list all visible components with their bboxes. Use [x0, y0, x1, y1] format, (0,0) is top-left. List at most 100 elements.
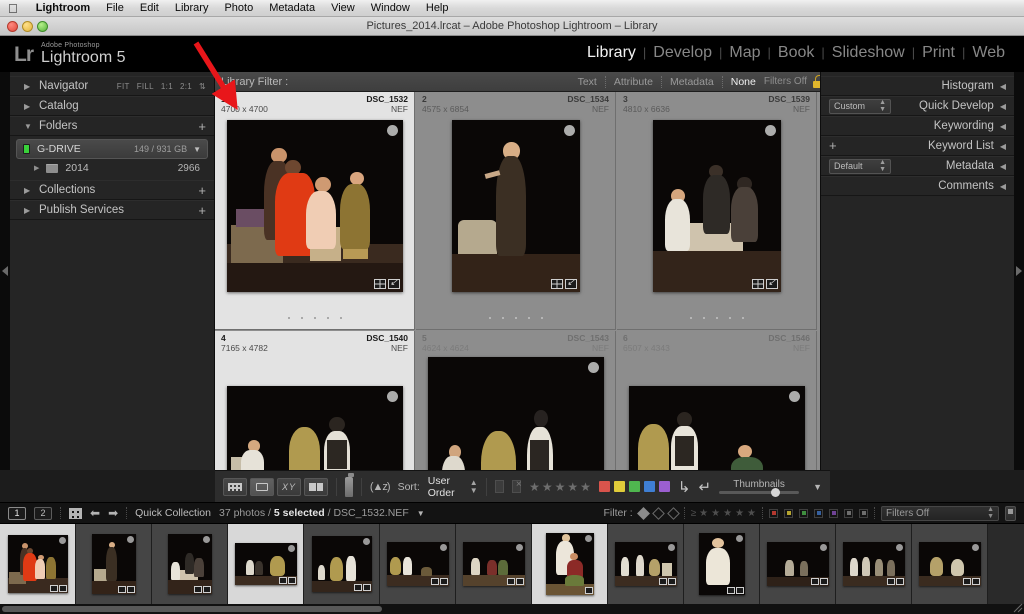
panel-publish-services[interactable]: ▶ Publish Services +	[10, 200, 214, 220]
flag-reject-button[interactable]	[511, 479, 522, 493]
filmstrip-item[interactable]	[456, 524, 532, 604]
filmstrip-item[interactable]	[0, 524, 76, 604]
menu-item-view[interactable]: View	[323, 2, 363, 14]
grid-view-button[interactable]	[223, 477, 247, 496]
filter-color-purple[interactable]	[829, 508, 838, 518]
module-print[interactable]: Print	[915, 44, 962, 62]
apple-logo-icon[interactable]: 	[8, 2, 18, 15]
filmstrip-thumbnail[interactable]	[842, 542, 905, 586]
zoom-mode-1-1[interactable]: 1:1	[161, 82, 173, 91]
grid-cell[interactable]: 2 4575 x 6854 DSC_1534 NEF	[416, 92, 616, 330]
filmstrip-thumbnail[interactable]	[462, 542, 525, 586]
photo-thumbnail[interactable]	[428, 357, 604, 470]
star-5[interactable]: ★	[580, 480, 591, 494]
filter-option-none[interactable]: None	[721, 75, 764, 88]
filmstrip-item[interactable]	[912, 524, 988, 604]
folder-item-2014[interactable]: ▶ 2014 2966	[16, 159, 208, 177]
identity-display-1[interactable]: 1	[8, 506, 26, 520]
panel-keyword-list[interactable]: + Keyword List ◀	[821, 136, 1014, 156]
add-folder-button[interactable]: +	[198, 120, 206, 133]
sort-az-icon[interactable]: (▲z)	[370, 481, 391, 493]
add-publish-service-button[interactable]: +	[198, 204, 206, 217]
filmstrip-item[interactable]	[76, 524, 152, 604]
filmstrip-thumbnail[interactable]	[167, 534, 212, 594]
chevron-right-icon[interactable]: ▶	[34, 164, 39, 172]
identity-display-2[interactable]: 2	[34, 506, 52, 520]
grid-cell[interactable]: 6 6507 x 4343 DSC_1546 NEF	[617, 331, 817, 470]
crop-badge-icon[interactable]	[551, 279, 563, 289]
filter-option-attribute[interactable]: Attribute	[604, 75, 661, 88]
filter-flag-pick-icon[interactable]	[636, 506, 650, 520]
filter-color-blue[interactable]	[814, 508, 823, 518]
panel-catalog[interactable]: ▶ Catalog	[10, 96, 214, 116]
filmstrip-thumbnail[interactable]	[918, 542, 981, 586]
filter-flag-unflagged-icon[interactable]	[651, 506, 665, 520]
add-keyword-button[interactable]: +	[829, 139, 837, 152]
filter-color-none[interactable]	[844, 508, 853, 518]
rotate-left-icon[interactable]: ↳	[678, 478, 691, 496]
panel-folders[interactable]: ▼ Folders +	[10, 116, 214, 136]
filter-star-5[interactable]: ★	[747, 508, 756, 519]
module-map[interactable]: Map	[722, 44, 767, 62]
color-label-blue[interactable]	[643, 481, 655, 492]
crop-badge-icon[interactable]	[752, 279, 764, 289]
module-book[interactable]: Book	[771, 44, 821, 62]
photo-thumbnail[interactable]	[653, 120, 781, 292]
menu-item-metadata[interactable]: Metadata	[261, 2, 323, 14]
grid-cell[interactable]: 3 4810 x 6636 DSC_1539 NEF	[617, 92, 817, 330]
filmstrip-thumbnail[interactable]	[545, 533, 594, 595]
filmstrip-item[interactable]	[684, 524, 760, 604]
spray-can-icon[interactable]	[345, 472, 354, 497]
filter-option-text[interactable]: Text	[570, 76, 605, 88]
filmstrip-item[interactable]	[152, 524, 228, 604]
quick-collection-label[interactable]: Quick Collection	[135, 507, 211, 519]
menu-item-help[interactable]: Help	[418, 2, 457, 14]
module-library[interactable]: Library	[580, 44, 643, 62]
right-panel-collapse[interactable]	[1014, 72, 1024, 470]
filter-enable-toggle[interactable]	[1005, 505, 1016, 521]
rating-dots[interactable]	[215, 317, 414, 319]
filters-state-label[interactable]: Filters Off	[764, 76, 807, 87]
slider-track[interactable]	[719, 488, 800, 497]
filter-rating-stars[interactable]: ≥ ★ ★ ★ ★ ★	[691, 508, 756, 519]
develop-badge-icon[interactable]	[565, 277, 577, 289]
menu-item-window[interactable]: Window	[363, 2, 418, 14]
quick-develop-preset-select[interactable]: Custom ▲ ▼	[829, 98, 891, 114]
filmstrip-thumbnail[interactable]	[386, 542, 449, 586]
filter-star-2[interactable]: ★	[711, 508, 720, 519]
panel-metadata[interactable]: Default ▲ ▼ Metadata ◀	[821, 156, 1014, 176]
zoom-mode-fill[interactable]: FILL	[137, 82, 154, 91]
color-label-red[interactable]	[598, 481, 610, 492]
sort-stepper-icon[interactable]: ▲ ▼	[470, 478, 478, 495]
star-1[interactable]: ★	[529, 480, 540, 494]
filter-star-3[interactable]: ★	[723, 508, 732, 519]
develop-badge-icon[interactable]	[766, 277, 778, 289]
develop-badge-icon[interactable]	[388, 277, 400, 289]
color-label-yellow[interactable]	[613, 481, 625, 492]
rating-dots[interactable]	[416, 317, 615, 319]
filter-color-yellow[interactable]	[784, 508, 793, 518]
slider-knob[interactable]	[771, 488, 781, 497]
filter-star-1[interactable]: ★	[699, 508, 708, 519]
compare-view-button[interactable]: XY	[277, 477, 301, 496]
filmstrip-item[interactable]	[760, 524, 836, 604]
panel-keywording[interactable]: Keywording ◀	[821, 116, 1014, 136]
filmstrip-thumbnail[interactable]	[766, 542, 829, 586]
filmstrip-filter-select[interactable]: Filters Off ▲ ▼	[881, 505, 999, 521]
crop-badge-icon[interactable]	[374, 279, 386, 289]
menu-item-lightroom[interactable]: Lightroom	[28, 2, 98, 14]
star-3[interactable]: ★	[555, 480, 566, 494]
panel-quick-develop[interactable]: Custom ▲ ▼ Quick Develop ◀	[821, 96, 1014, 116]
filter-star-4[interactable]: ★	[735, 508, 744, 519]
filter-color-custom[interactable]	[859, 508, 868, 518]
filmstrip-thumbnail[interactable]	[311, 536, 372, 592]
grid-icon[interactable]	[69, 507, 82, 519]
color-label-green[interactable]	[628, 481, 640, 492]
module-develop[interactable]: Develop	[646, 44, 719, 62]
sort-value[interactable]: User Order	[428, 475, 462, 499]
filmstrip-thumbnail[interactable]	[7, 535, 68, 593]
folder-drive-g-drive[interactable]: G-DRIVE 149 / 931 GB ▼	[16, 139, 208, 159]
filmstrip-thumbnail[interactable]	[614, 542, 677, 586]
panel-comments[interactable]: Comments ◀	[821, 176, 1014, 196]
panel-histogram[interactable]: Histogram ◀	[821, 76, 1014, 96]
